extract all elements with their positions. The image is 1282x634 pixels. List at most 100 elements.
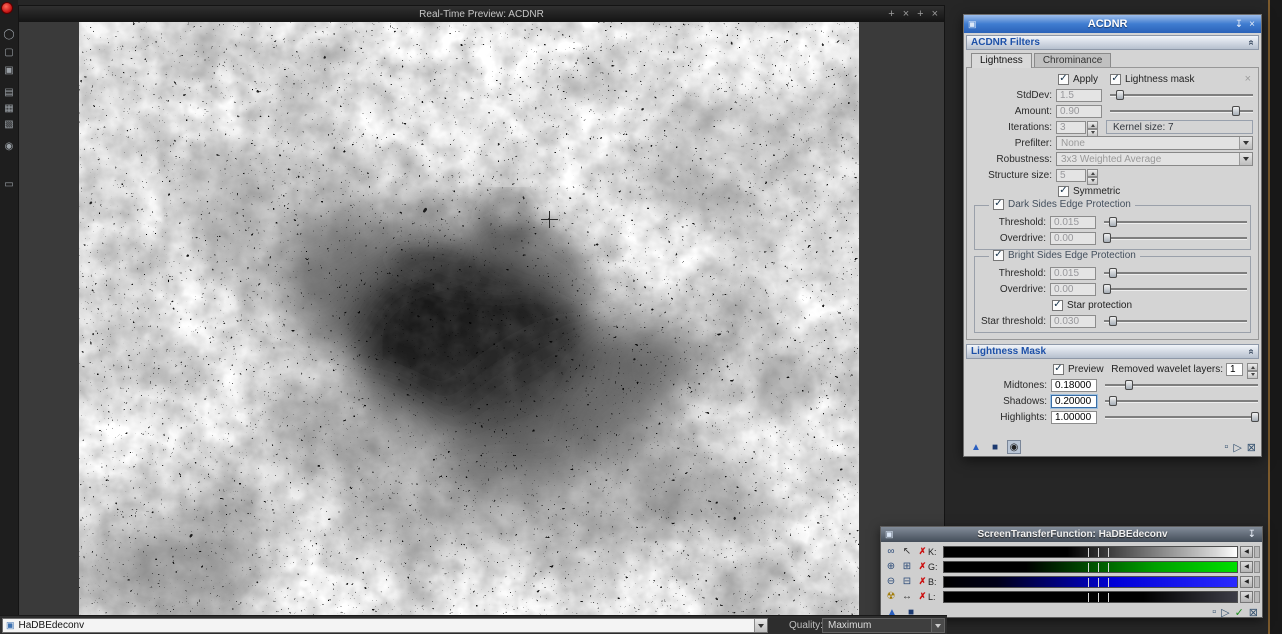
link-rgb-icon[interactable]: ∞	[883, 544, 899, 559]
close-icon-2[interactable]: ×	[932, 6, 938, 22]
rail-icon-2[interactable]: ▢	[2, 46, 16, 60]
pointer-icon[interactable]: ↖	[899, 544, 915, 559]
checkbox[interactable]: ✓	[1110, 73, 1122, 85]
checkbox[interactable]: ✓	[1052, 299, 1063, 311]
acdnr-filters-section-header[interactable]: ACDNR Filters «	[966, 35, 1259, 50]
stf-gradient-b[interactable]	[943, 575, 1238, 588]
channel-sliver[interactable]	[1254, 545, 1260, 558]
spin-up-icon[interactable]	[1087, 120, 1098, 129]
acdnr-titlebar[interactable]: ▣ ACDNR ↧ ×	[964, 15, 1261, 33]
reset-channel-icon[interactable]: ✗	[917, 561, 928, 572]
chevron-down-icon[interactable]	[1239, 153, 1252, 165]
channel-readout-button[interactable]: ◀	[1240, 590, 1253, 603]
checkbox[interactable]: ✓	[1053, 363, 1064, 375]
wavelet-layers-spinner[interactable]	[1247, 362, 1258, 379]
workspace-separator[interactable]	[1268, 0, 1270, 634]
stf-handle[interactable]	[1087, 547, 1089, 557]
shadows-field[interactable]	[1050, 393, 1098, 409]
rail-icon-5[interactable]: ▦	[2, 102, 16, 116]
stf-handle[interactable]	[1108, 592, 1110, 602]
dark-sides-legend[interactable]: ✓ Dark Sides Edge Protection	[989, 199, 1135, 210]
checkbox[interactable]: ✓	[1058, 73, 1069, 85]
spin-up-icon[interactable]	[1087, 168, 1098, 177]
collapse-icon[interactable]: «	[1246, 40, 1257, 46]
slider-knob[interactable]	[1250, 412, 1259, 422]
zoom-in-icon[interactable]: ⊕	[883, 559, 899, 574]
zoom-out-icon[interactable]: ⊖	[883, 574, 899, 589]
close-icon[interactable]: ×	[1249, 19, 1255, 30]
stf-handle[interactable]	[1108, 562, 1110, 572]
close-icon[interactable]: ×	[903, 6, 909, 22]
documentation-icon[interactable]: ▫	[1224, 441, 1228, 453]
reset-channel-icon[interactable]: ✗	[917, 591, 928, 602]
stf-handle[interactable]	[1087, 592, 1089, 602]
amount-slider[interactable]	[1110, 105, 1253, 117]
channel-sliver[interactable]	[1254, 590, 1260, 603]
dark-overdrive-field[interactable]	[1050, 231, 1096, 245]
bright-threshold-slider[interactable]	[1104, 267, 1247, 279]
lightness-mask-section-header[interactable]: Lightness Mask «	[966, 344, 1259, 359]
new-instance-icon[interactable]: ▲	[969, 440, 983, 454]
pin-icon[interactable]: ↧	[1235, 19, 1243, 30]
collapse-icon[interactable]: «	[1246, 349, 1257, 355]
mask-preview-checkbox[interactable]: ✓ Preview	[1053, 363, 1104, 375]
slider-knob[interactable]	[1116, 90, 1124, 100]
channel-sliver[interactable]	[1254, 560, 1260, 573]
checkbox[interactable]: ✓	[993, 199, 1004, 210]
stf-gradient-k[interactable]	[943, 545, 1238, 558]
stf-handle[interactable]	[1087, 577, 1089, 587]
spin-down-icon[interactable]	[1087, 176, 1098, 185]
bright-overdrive-field[interactable]	[1050, 282, 1096, 296]
iterations-field[interactable]	[1056, 120, 1086, 134]
rail-icon-6[interactable]: ▧	[2, 118, 16, 132]
stf-handle[interactable]	[1087, 562, 1089, 572]
slider-knob[interactable]	[1108, 268, 1117, 278]
spin-up-icon[interactable]	[1247, 362, 1258, 371]
rail-icon-8[interactable]: ▭	[2, 178, 16, 192]
channel-readout-button[interactable]: ◀	[1240, 560, 1253, 573]
preview-image[interactable]	[79, 22, 859, 616]
stf-gradient-l[interactable]	[943, 590, 1238, 603]
reset-channel-icon[interactable]: ✗	[917, 576, 928, 587]
chevron-down-icon[interactable]	[1239, 137, 1252, 149]
slider-knob[interactable]	[1102, 233, 1111, 243]
grid-minus-icon[interactable]: ⊟	[899, 574, 915, 589]
tab-chrominance[interactable]: Chrominance	[1033, 53, 1112, 68]
rail-icon-3[interactable]: ▣	[2, 64, 16, 78]
wavelet-layers-field[interactable]	[1226, 362, 1243, 376]
rail-icon-7[interactable]: ◉	[2, 140, 16, 154]
quality-selector[interactable]: Maximum	[822, 618, 945, 633]
stf-handle[interactable]	[1097, 547, 1099, 557]
symmetric-checkbox[interactable]: ✓ Symmetric	[1058, 185, 1120, 197]
bright-threshold-field[interactable]	[1050, 266, 1096, 280]
slider-knob[interactable]	[1108, 396, 1117, 406]
slider-knob[interactable]	[1108, 316, 1117, 326]
tab-lightness[interactable]: Lightness	[971, 53, 1032, 68]
slider-knob[interactable]	[1125, 380, 1134, 390]
dark-overdrive-slider[interactable]	[1102, 232, 1247, 244]
auto-stretch-icon[interactable]: ☢	[883, 589, 899, 604]
pin-icon[interactable]: ↧	[1248, 529, 1256, 540]
grid-plus-icon[interactable]: ⊞	[899, 559, 915, 574]
rail-icon-4[interactable]: ▤	[2, 86, 16, 100]
channel-sliver[interactable]	[1254, 575, 1260, 588]
stf-handle[interactable]	[1097, 562, 1099, 572]
resize-icon[interactable]: ↔	[899, 589, 915, 604]
apply-instance-icon[interactable]: ■	[988, 440, 1002, 454]
robustness-combo[interactable]: 3x3 Weighted Average	[1056, 152, 1253, 166]
rail-icon-1[interactable]: ◯	[2, 28, 16, 42]
slider-knob[interactable]	[1108, 217, 1117, 227]
midtones-field[interactable]	[1051, 378, 1097, 392]
stf-handle[interactable]	[1097, 592, 1099, 602]
stddev-field[interactable]	[1056, 88, 1102, 102]
dark-threshold-field[interactable]	[1050, 215, 1096, 229]
enable-stf-icon[interactable]: ✓	[1235, 606, 1244, 619]
highlights-field[interactable]	[1051, 410, 1097, 424]
dim-close-icon[interactable]: ×	[1245, 73, 1253, 85]
reset-icon[interactable]: ⊠	[1247, 441, 1256, 454]
documentation-icon[interactable]: ▫	[1212, 606, 1216, 618]
structure-size-field[interactable]	[1056, 168, 1086, 182]
reset-channel-icon[interactable]: ✗	[917, 546, 928, 557]
apply-checkbox[interactable]: ✓ Apply	[1058, 73, 1098, 85]
dark-threshold-slider[interactable]	[1104, 216, 1247, 228]
